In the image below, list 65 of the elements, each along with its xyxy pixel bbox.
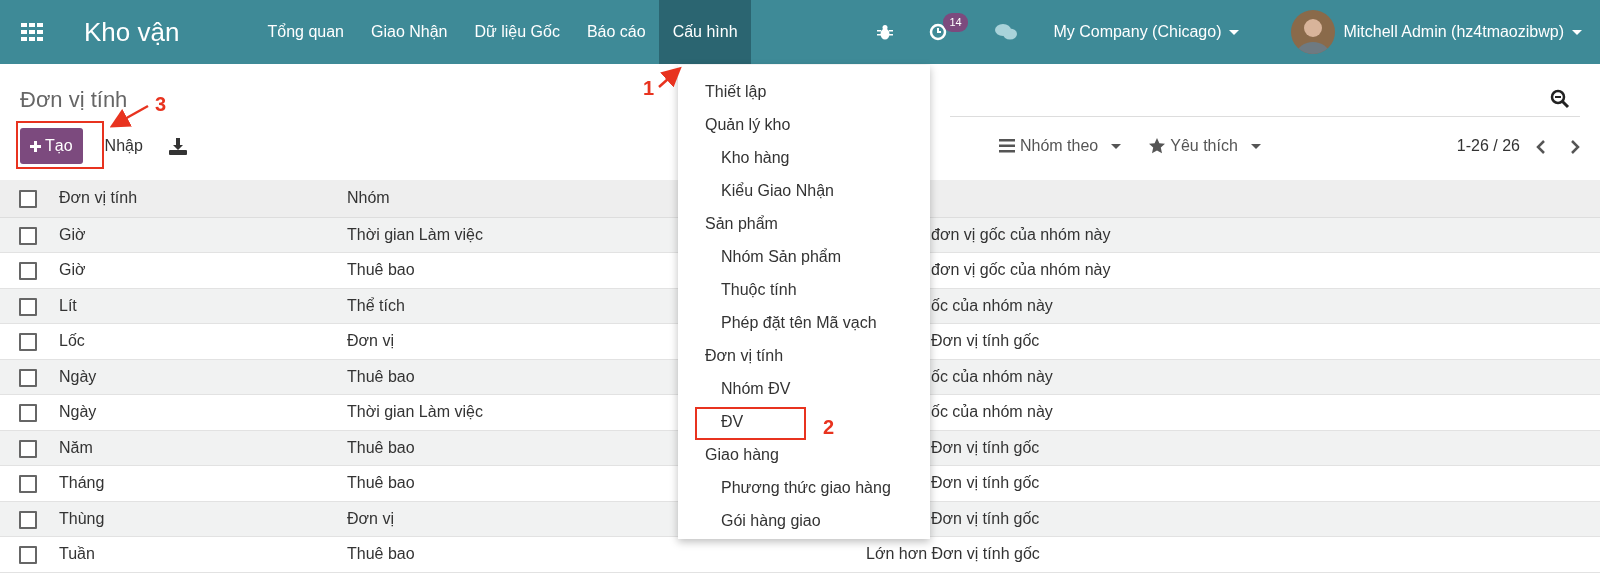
row-checkbox[interactable] — [18, 226, 37, 245]
annotation-arrow — [658, 66, 682, 88]
company-switcher[interactable]: My Company (Chicago) — [1035, 20, 1258, 44]
table-cell: Năm — [55, 430, 343, 466]
row-checkbox[interactable] — [18, 333, 37, 351]
star-icon — [1149, 138, 1166, 154]
table-cell: ốc của nhóm này — [931, 367, 1053, 385]
plus-icon — [30, 141, 41, 152]
download-icon[interactable] — [168, 138, 187, 156]
row-checkbox[interactable] — [18, 510, 37, 529]
menu-item[interactable]: Cấu hình — [659, 0, 752, 64]
menu-item[interactable]: Tổng quan — [254, 0, 358, 64]
table-cell: đơn vị gốc của nhóm này — [931, 261, 1111, 279]
table-cell: đơn vị gốc của nhóm này — [931, 225, 1111, 243]
list-icon — [998, 139, 1015, 153]
notification-badge: 14 — [943, 13, 968, 32]
table-cell: Tuần — [55, 536, 343, 572]
row-checkbox[interactable] — [18, 475, 37, 493]
apps-menu-icon[interactable] — [21, 23, 43, 41]
row-checkbox[interactable] — [18, 262, 37, 280]
group-by-dropdown[interactable]: Nhóm theo — [992, 133, 1128, 159]
annotation-number: 3 — [155, 94, 167, 114]
menu-item[interactable]: Giao Nhận — [357, 0, 461, 64]
import-button[interactable]: Nhập — [94, 128, 153, 164]
row-checkbox[interactable] — [18, 546, 37, 564]
table-cell: Lớn hơn Đơn vị tính gốc — [866, 545, 1040, 563]
table-cell: Tháng — [55, 465, 343, 501]
page-title: Đơn vị tính — [20, 85, 128, 114]
pager-value: 1-26 / 26 — [1456, 136, 1520, 156]
table-cell: Lốc — [55, 323, 343, 359]
annotation-number: 1 — [643, 78, 655, 98]
row-checkbox[interactable] — [18, 404, 37, 422]
select-all-checkbox[interactable] — [18, 190, 37, 208]
table-cell: Đơn vị tính gốc — [931, 509, 1040, 527]
table-cell: Ngày — [55, 394, 343, 430]
table-cell: ốc của nhóm này — [931, 403, 1053, 421]
previous-icon[interactable] — [1536, 138, 1546, 155]
row-checkbox[interactable] — [18, 368, 37, 387]
menu-item[interactable]: Báo cáo — [573, 0, 660, 64]
menu-section-title[interactable]: Quản lý kho — [678, 108, 799, 141]
dropdown-item[interactable]: Kho hàng — [678, 141, 798, 174]
table-cell: Đơn vị tính gốc — [931, 332, 1040, 350]
avatar — [1291, 10, 1336, 54]
menu-section-title[interactable]: Thiết lập — [678, 75, 775, 108]
table-cell: Thùng — [55, 501, 343, 537]
search-icon[interactable] — [1550, 88, 1570, 109]
table-cell: Ngày — [55, 359, 343, 395]
next-icon[interactable] — [1570, 138, 1580, 155]
table-cell: Đơn vị tính gốc — [931, 438, 1040, 456]
row-checkbox[interactable] — [18, 439, 37, 458]
table-cell: Đơn vị tính gốc — [931, 474, 1040, 492]
bug-icon[interactable] — [877, 24, 894, 40]
table-cell: Giờ — [55, 217, 343, 253]
row-checkbox[interactable] — [18, 297, 37, 316]
menu-item[interactable]: Dữ liệu Gốc — [461, 0, 574, 64]
user-menu[interactable]: Mitchell Admin (hz4tmaozibwp) — [1273, 10, 1600, 54]
create-button[interactable]: Tạo — [20, 128, 83, 164]
table-cell: ốc của nhóm này — [931, 296, 1053, 314]
app-title: Kho vận — [84, 15, 181, 49]
clock-icon[interactable] — [929, 23, 948, 41]
favorites-dropdown[interactable]: Yêu thích — [1143, 133, 1267, 159]
column-header[interactable]: Đơn vị tính — [55, 180, 343, 217]
table-cell: Giờ — [55, 252, 343, 288]
table-cell: Lít — [55, 288, 343, 324]
dropdown-item[interactable]: Gói hàng giao — [678, 504, 829, 537]
